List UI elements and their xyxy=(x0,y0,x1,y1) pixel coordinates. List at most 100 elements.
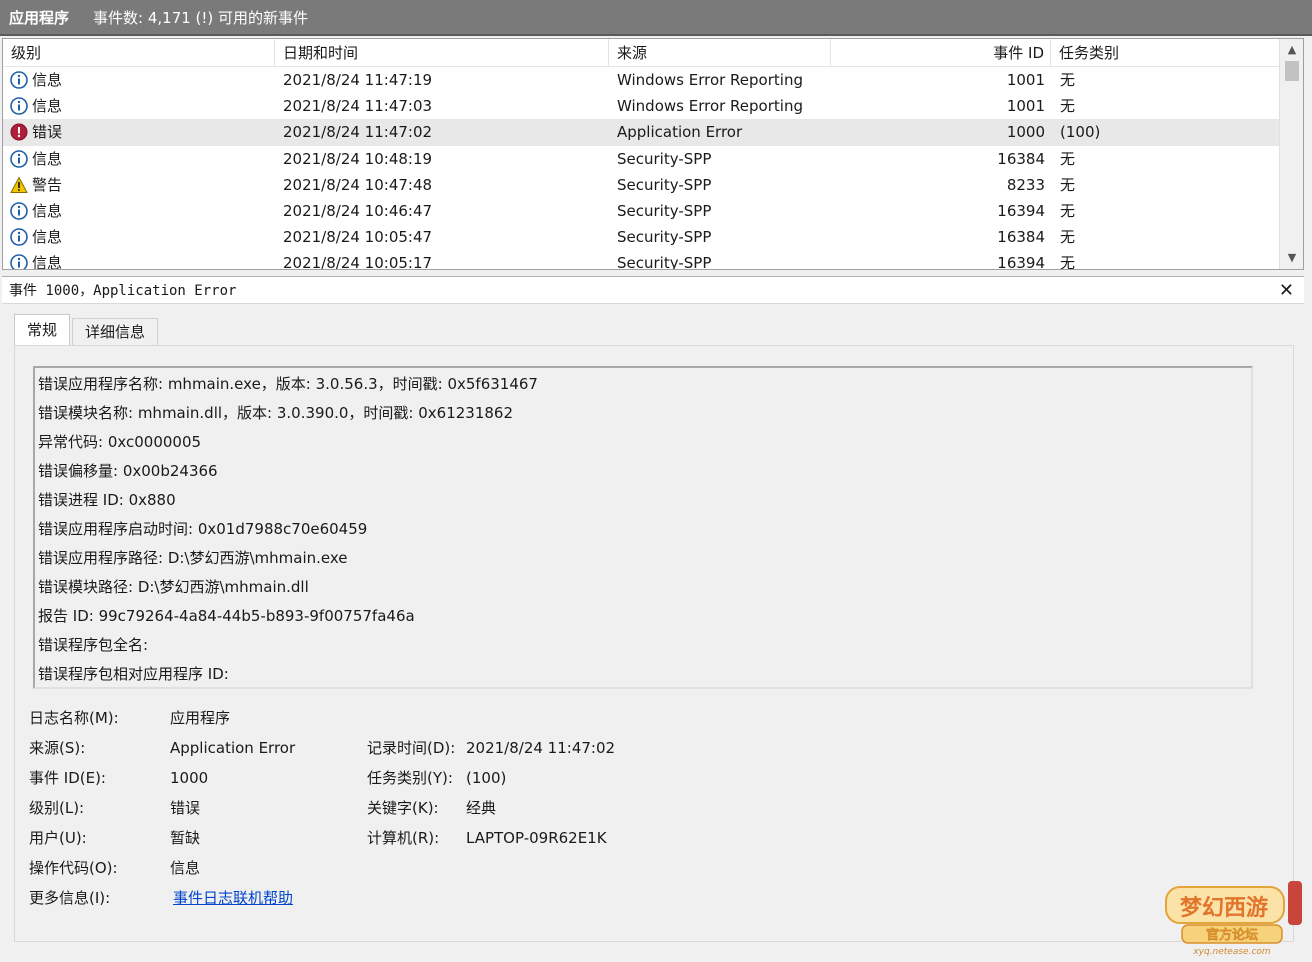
event-task: 无 xyxy=(1060,254,1076,270)
column-header-event-id[interactable]: 事件 ID xyxy=(831,39,1051,67)
event-id: 1001 xyxy=(1006,97,1045,116)
event-id: 16384 xyxy=(997,149,1045,168)
event-task: 无 xyxy=(1060,228,1076,247)
event-level: 信息 xyxy=(32,228,63,247)
event-task: (100) xyxy=(1060,123,1101,142)
event-datetime: 2021/8/24 10:05:17 xyxy=(283,254,433,270)
info-icon xyxy=(10,71,28,89)
tab-details[interactable]: 详细信息 xyxy=(72,318,159,346)
event-task: 无 xyxy=(1060,201,1076,220)
event-level: 错误 xyxy=(32,123,63,142)
prop-row-more-info: 更多信息(I): 事件日志联机帮助 xyxy=(29,883,729,913)
event-level: 信息 xyxy=(32,201,63,220)
event-row[interactable]: 信息 2021/8/24 11:47:03 Windows Error Report… xyxy=(3,93,1279,119)
log-name-label: 日志名称(M): xyxy=(29,709,119,727)
logo-url: xyq.netease.com xyxy=(1192,947,1271,957)
log-titlebar: 应用程序 事件数: 4,171 (!) 可用的新事件 xyxy=(0,0,1312,36)
column-header-task[interactable]: 任务类别 xyxy=(1051,39,1279,67)
tab-general[interactable]: 常规 xyxy=(14,314,71,347)
event-task: 无 xyxy=(1060,149,1076,168)
event-source: Security-SPP xyxy=(617,201,712,220)
event-id: 16384 xyxy=(997,228,1045,247)
task-label: 任务类别(Y): xyxy=(367,769,453,787)
event-description-box[interactable]: 错误应用程序名称: mhmain.exe，版本: 3.0.56.3，时间戳: 0… xyxy=(33,366,1253,689)
info-icon xyxy=(10,254,28,269)
level-label: 级别(L): xyxy=(29,799,85,817)
event-task: 无 xyxy=(1060,71,1076,89)
info-icon xyxy=(10,228,28,246)
description-line: 错误模块路径: D:\梦幻西游\mhmain.dll xyxy=(38,578,309,596)
event-level: 信息 xyxy=(32,97,63,116)
log-name: 应用程序 xyxy=(9,8,70,27)
event-level: 信息 xyxy=(32,149,63,168)
source-label: 来源(S): xyxy=(29,739,86,757)
event-source: Application Error xyxy=(617,123,743,142)
event-count-summary: 事件数: 4,171 (!) 可用的新事件 xyxy=(93,8,309,27)
event-list-scrollbar[interactable]: ▲ ▼ xyxy=(1279,39,1303,269)
prop-row-event-id: 事件 ID(E): 1000 任务类别(Y): (100) xyxy=(29,763,729,793)
info-icon xyxy=(10,149,28,168)
event-list[interactable]: 级别 日期和时间 来源 事件 ID 任务类别 信息 2021/8/24 11:47… xyxy=(2,38,1304,270)
more-info-label: 更多信息(I): xyxy=(29,889,111,907)
event-row[interactable]: 信息 2021/8/24 10:46:47 Security-SPP 16394 无 xyxy=(3,198,1279,224)
scroll-up-icon[interactable]: ▲ xyxy=(1280,41,1303,59)
description-line: 错误进程 ID: 0x880 xyxy=(38,491,176,509)
error-icon xyxy=(10,123,28,141)
close-icon[interactable]: ✕ xyxy=(1279,280,1294,301)
event-row[interactable]: 错误 2021/8/24 11:47:02 Application Error 100… xyxy=(3,119,1279,146)
event-row[interactable]: 信息 2021/8/24 10:48:19 Security-SPP 16384 无 xyxy=(3,146,1279,172)
event-row[interactable]: 信息 2021/8/24 11:47:19 Windows Error Report… xyxy=(3,67,1279,93)
event-id: 8233 xyxy=(1006,175,1045,194)
event-id-label: 事件 ID(E): xyxy=(29,769,106,787)
event-id: 1000 xyxy=(1006,123,1045,142)
description-line: 错误偏移量: 0x00b24366 xyxy=(38,462,218,480)
event-datetime: 2021/8/24 10:05:47 xyxy=(283,228,433,247)
column-header-datetime[interactable]: 日期和时间 xyxy=(275,39,609,67)
opcode-label: 操作代码(O): xyxy=(29,859,118,877)
event-datetime: 2021/8/24 11:47:19 xyxy=(283,71,433,89)
logged-label: 记录时间(D): xyxy=(367,739,456,757)
info-icon xyxy=(10,202,28,220)
event-row[interactable]: 警告 2021/8/24 10:47:48 Security-SPP 8233 无 xyxy=(3,172,1279,198)
description-line: 异常代码: 0xc0000005 xyxy=(38,433,202,451)
event-datetime: 2021/8/24 10:46:47 xyxy=(283,201,433,220)
source-value: Application Error xyxy=(170,739,296,757)
event-datetime: 2021/8/24 11:47:03 xyxy=(283,97,433,116)
event-source: Security-SPP xyxy=(617,254,712,270)
event-row[interactable]: 信息 2021/8/24 10:05:47 Security-SPP 16384 无 xyxy=(3,224,1279,250)
event-detail-header: 事件 1000，Application Error ✕ xyxy=(2,276,1304,304)
prop-row-user: 用户(U): 暂缺 计算机(R): LAPTOP-09R62E1K xyxy=(29,823,729,853)
event-task: 无 xyxy=(1060,97,1076,116)
level-value: 错误 xyxy=(170,799,201,817)
description-line: 错误应用程序名称: mhmain.exe，版本: 3.0.56.3，时间戳: 0… xyxy=(38,375,538,393)
description-line: 错误程序包全名: xyxy=(38,636,149,654)
event-task: 无 xyxy=(1060,175,1076,194)
event-level: 信息 xyxy=(32,254,63,270)
event-id: 16394 xyxy=(997,254,1045,270)
task-value: (100) xyxy=(466,769,507,787)
event-id: 16394 xyxy=(997,201,1045,220)
scroll-down-icon[interactable]: ▼ xyxy=(1280,249,1303,267)
column-header-level[interactable]: 级别 xyxy=(3,39,275,67)
info-icon xyxy=(10,97,28,115)
general-tab-panel: 错误应用程序名称: mhmain.exe，版本: 3.0.56.3，时间戳: 0… xyxy=(14,345,1294,942)
online-help-link[interactable]: 事件日志联机帮助 xyxy=(173,883,293,913)
description-line: 错误应用程序路径: D:\梦幻西游\mhmain.exe xyxy=(38,549,348,567)
description-line: 错误模块名称: mhmain.dll，版本: 3.0.390.0，时间戳: 0x… xyxy=(38,404,514,422)
logo-subtext: 官方论坛 xyxy=(1206,927,1258,943)
event-row[interactable]: 信息 2021/8/24 10:05:17 Security-SPP 16394 无 xyxy=(3,250,1279,270)
event-source: Windows Error Reporting xyxy=(617,97,803,116)
event-source: Security-SPP xyxy=(617,228,712,247)
opcode-value: 信息 xyxy=(170,859,201,877)
event-detail-title: 事件 1000，Application Error xyxy=(9,283,237,299)
column-header-source[interactable]: 来源 xyxy=(609,39,831,67)
prop-row-log-name: 日志名称(M): 应用程序 xyxy=(29,703,729,733)
prop-row-source: 来源(S): Application Error 记录时间(D): 2021/8… xyxy=(29,733,729,763)
game-logo-watermark: 梦幻西游 官方论坛 xyq.netease.com xyxy=(1165,881,1302,957)
event-source: Security-SPP xyxy=(617,175,712,194)
event-id: 1001 xyxy=(1006,71,1045,89)
event-properties: 日志名称(M): 应用程序 来源(S): Application Error 记… xyxy=(29,703,729,913)
event-source: Security-SPP xyxy=(617,149,712,168)
scroll-thumb[interactable] xyxy=(1285,61,1299,81)
event-datetime: 2021/8/24 11:47:02 xyxy=(283,123,433,142)
